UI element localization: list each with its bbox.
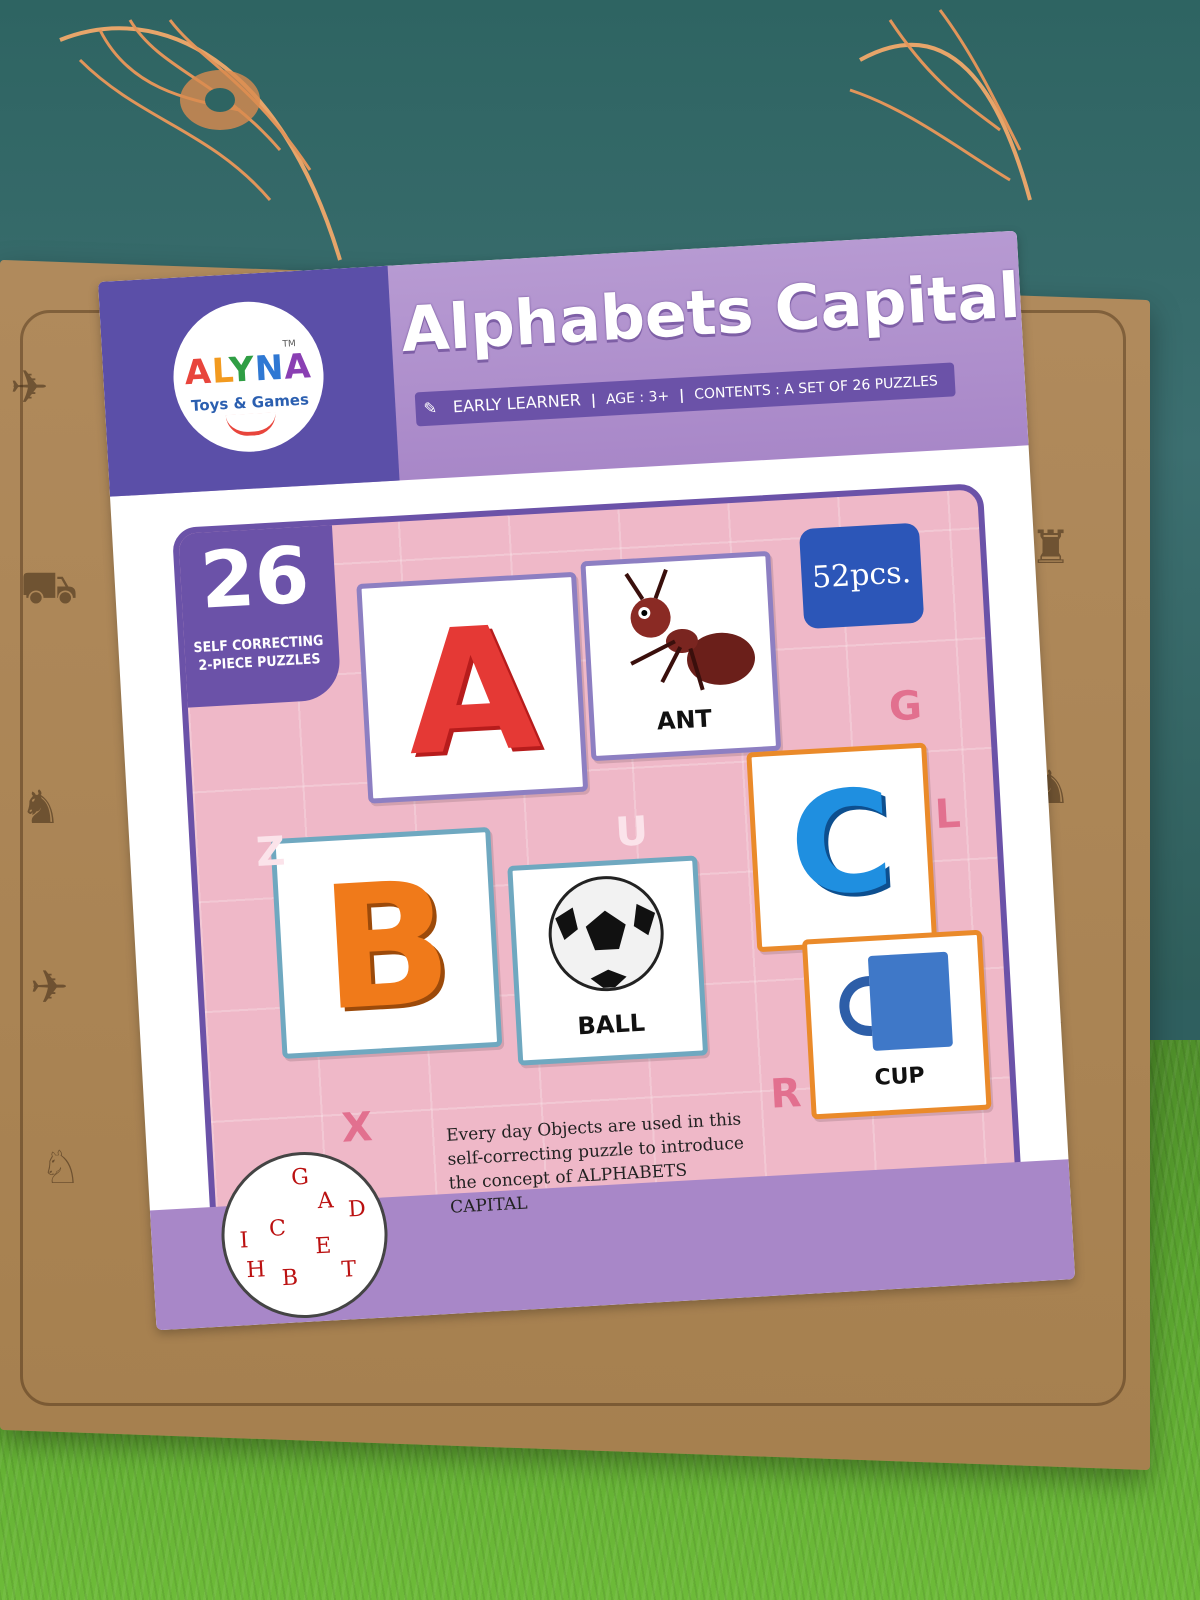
decor-letter: G — [887, 682, 924, 731]
decor-letter: L — [933, 790, 962, 839]
toy-doodle-icon: ✈ — [10, 360, 49, 414]
globe-letter: C — [268, 1216, 287, 1242]
product-sleeve: ALYNA TM Toys & Games Alphabets Capital … — [98, 230, 1076, 1331]
toy-doodle-icon: ⛟ — [20, 560, 78, 614]
puzzle-word-ant: ANT — [656, 704, 713, 736]
puzzle-piece-letter-b: B — [270, 826, 503, 1059]
puzzle-letter-b: B — [316, 844, 457, 1050]
toy-doodle-icon: ✈ — [30, 960, 69, 1014]
toy-doodle-icon: ♞ — [20, 780, 62, 834]
puzzle-letter-c: C — [785, 759, 898, 929]
puzzle-word-ball: BALL — [576, 1008, 646, 1041]
logo-tagline: Toys & Games — [190, 390, 310, 415]
toy-doodle-icon: ♜ — [1030, 520, 1072, 574]
decor-letter: R — [769, 1070, 803, 1118]
puzzle-word-cup: CUP — [873, 1063, 926, 1091]
puzzle-letter-a: A — [401, 589, 544, 795]
globe-letter: E — [314, 1233, 332, 1260]
decor-letter: Z — [254, 828, 287, 877]
pieces-count-badge: 52pcs. — [798, 522, 925, 630]
trademark-mark: TM — [282, 339, 297, 350]
puzzle-piece-letter-a: A — [356, 571, 589, 804]
toy-doodle-icon: ♘ — [40, 1140, 82, 1194]
peacock-feather-left — [59, 19, 342, 261]
puzzle-piece-ball: BALL — [507, 855, 709, 1066]
puzzle-piece-ant: ANT — [580, 550, 782, 762]
decor-letter: X — [340, 1104, 374, 1152]
globe-letter: T — [340, 1257, 357, 1283]
count-badge: 26 SELF CORRECTING 2-PIECE PUZZLES — [171, 519, 342, 708]
globe-letter: G — [290, 1164, 310, 1191]
puzzle-piece-cup: CUP — [801, 929, 992, 1120]
globe-letter: B — [281, 1265, 299, 1292]
logo-wordmark: ALYNA — [183, 346, 313, 394]
globe-letter: I — [239, 1228, 250, 1254]
puzzle-piece-letter-c: C — [746, 742, 938, 953]
logo-smile-icon — [225, 412, 277, 438]
cup-icon — [839, 951, 953, 1051]
globe-letter: H — [245, 1257, 267, 1284]
globe-letter: D — [347, 1196, 367, 1223]
badge-caption: SELF CORRECTING 2-PIECE PUZZLES — [178, 631, 340, 676]
ant-icon — [624, 569, 755, 691]
product-description: Every day Objects are used in this self-… — [445, 1109, 745, 1218]
peacock-feather-right — [849, 9, 1032, 201]
info-age: AGE : 3+ — [605, 388, 670, 408]
globe-letter: A — [316, 1188, 335, 1215]
soccer-ball-icon — [548, 876, 664, 992]
pencil-icon: ✎ — [423, 398, 438, 419]
decor-letter: U — [614, 808, 650, 856]
badge-number: 26 — [198, 530, 312, 627]
